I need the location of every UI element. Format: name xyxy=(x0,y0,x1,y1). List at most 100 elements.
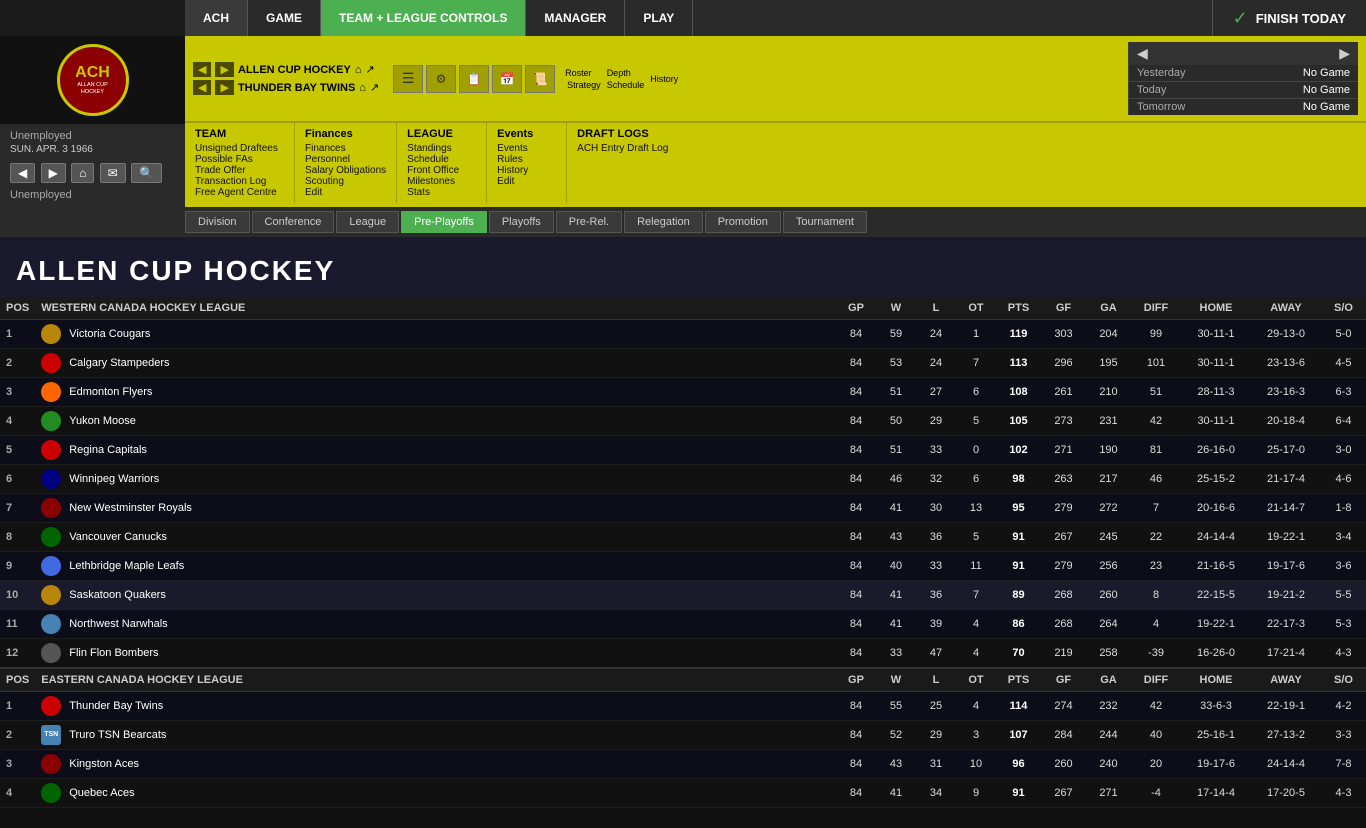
table-row[interactable]: 1 Thunder Bay Twins 84 55 25 4 114 274 2… xyxy=(0,692,1366,721)
left-nav-btn-mail[interactable]: ✉ xyxy=(100,163,126,183)
schedule-prev-btn[interactable]: ◀ xyxy=(1137,45,1148,62)
col-ga-e: GA xyxy=(1086,668,1131,692)
tab-pre-playoffs[interactable]: Pre-Playoffs xyxy=(401,211,487,233)
row-gf: 268 xyxy=(1041,610,1086,639)
row-pts: 108 xyxy=(996,378,1041,407)
tab-division[interactable]: Division xyxy=(185,211,250,233)
quick-history-btn[interactable]: 📜 xyxy=(525,65,555,93)
row-l: 29 xyxy=(916,721,956,750)
tab-promotion[interactable]: Promotion xyxy=(705,211,781,233)
row-pos: 6 xyxy=(0,465,35,494)
checkmark-icon: ✓ xyxy=(1233,8,1248,29)
row-ot: 4 xyxy=(956,610,996,639)
team-unsigned[interactable]: Unsigned Draftees xyxy=(195,143,284,154)
personnel-item[interactable]: Personnel xyxy=(305,154,386,165)
row-gp: 84 xyxy=(836,407,876,436)
table-row[interactable]: 8 Vancouver Canucks 84 43 36 5 91 267 24… xyxy=(0,523,1366,552)
nav-team-league[interactable]: TEAM + LEAGUE CONTROLS xyxy=(321,0,526,36)
table-row[interactable]: 9 Lethbridge Maple Leafs 84 40 33 11 91 … xyxy=(0,552,1366,581)
table-row[interactable]: 2 TSNTruro TSN Bearcats 84 52 29 3 107 2… xyxy=(0,721,1366,750)
table-row[interactable]: 12 Flin Flon Bombers 84 33 47 4 70 219 2… xyxy=(0,639,1366,669)
quick-roster-btn[interactable]: ☰ xyxy=(393,65,423,93)
tab-playoffs[interactable]: Playoffs xyxy=(489,211,554,233)
table-row[interactable]: 4 Quebec Aces 84 41 34 9 91 267 271 -4 1… xyxy=(0,779,1366,808)
row-diff: 46 xyxy=(1131,465,1181,494)
col-home-w: HOME xyxy=(1181,297,1251,320)
table-row[interactable]: 1 Victoria Cougars 84 59 24 1 119 303 20… xyxy=(0,320,1366,349)
home-icon-2: ⌂ xyxy=(359,82,366,94)
row-gp: 84 xyxy=(836,581,876,610)
schedule-next-btn[interactable]: ▶ xyxy=(1339,45,1350,62)
row-pos: 3 xyxy=(0,378,35,407)
finish-today-btn[interactable]: ✓ FINISH TODAY xyxy=(1212,0,1366,36)
row-gp: 84 xyxy=(836,494,876,523)
row-home: 17-14-4 xyxy=(1181,779,1251,808)
table-row[interactable]: 2 Calgary Stampeders 84 53 24 7 113 296 … xyxy=(0,349,1366,378)
table-row[interactable]: 3 Edmonton Flyers 84 51 27 6 108 261 210… xyxy=(0,378,1366,407)
ach-entry-draft-log[interactable]: ACH Entry Draft Log xyxy=(577,143,697,154)
standings-item[interactable]: Standings xyxy=(407,143,476,154)
quick-depth-btn[interactable]: 📋 xyxy=(459,65,489,93)
stats-item[interactable]: Stats xyxy=(407,187,476,198)
row-l: 36 xyxy=(916,581,956,610)
table-row[interactable]: 4 Yukon Moose 84 50 29 5 105 273 231 42 … xyxy=(0,407,1366,436)
left-nav-btn-home[interactable]: ⌂ xyxy=(71,163,94,183)
row-l: 27 xyxy=(916,378,956,407)
row-away: 19-21-2 xyxy=(1251,581,1321,610)
row-w: 40 xyxy=(876,552,916,581)
row-ot: 4 xyxy=(956,692,996,721)
tab-tournament[interactable]: Tournament xyxy=(783,211,867,233)
nav-ach[interactable]: ACH xyxy=(185,0,248,36)
rules-item[interactable]: Rules xyxy=(497,154,556,165)
events-item[interactable]: Events xyxy=(497,143,556,154)
team-possible-fas[interactable]: Possible FAs xyxy=(195,154,284,165)
row-away: 19-22-1 xyxy=(1251,523,1321,552)
front-office-item[interactable]: Front Office xyxy=(407,165,476,176)
table-row[interactable]: 10 Saskatoon Quakers 84 41 36 7 89 268 2… xyxy=(0,581,1366,610)
row-away: 23-16-3 xyxy=(1251,378,1321,407)
nav-arrow-left-2[interactable]: ◀ xyxy=(193,80,211,95)
roster-label: Roster xyxy=(565,68,601,78)
table-row[interactable]: 5 Regina Capitals 84 51 33 0 102 271 190… xyxy=(0,436,1366,465)
team-transaction-log[interactable]: Transaction Log xyxy=(195,176,284,187)
table-row[interactable]: 11 Northwest Narwhals 84 41 39 4 86 268 … xyxy=(0,610,1366,639)
tab-pre-rel[interactable]: Pre-Rel. xyxy=(556,211,622,233)
row-w: 46 xyxy=(876,465,916,494)
row-diff: 20 xyxy=(1131,750,1181,779)
events-edit-item[interactable]: Edit xyxy=(497,176,556,187)
row-pos: 8 xyxy=(0,523,35,552)
quick-schedule-btn[interactable]: 📅 xyxy=(492,65,522,93)
tab-league[interactable]: League xyxy=(336,211,399,233)
nav-manager[interactable]: MANAGER xyxy=(526,0,625,36)
row-diff: 42 xyxy=(1131,692,1181,721)
row-team: Flin Flon Bombers xyxy=(35,639,836,669)
team-free-agent-centre[interactable]: Free Agent Centre xyxy=(195,187,284,198)
nav-arrow-right-1[interactable]: ▶ xyxy=(215,62,233,77)
table-row[interactable]: 3 Kingston Aces 84 43 31 10 96 260 240 2… xyxy=(0,750,1366,779)
nav-arrow-left-1[interactable]: ◀ xyxy=(193,62,211,77)
scouting-item[interactable]: Scouting xyxy=(305,176,386,187)
nav-play[interactable]: PLAY xyxy=(625,0,693,36)
left-nav-btn-search[interactable]: 🔍 xyxy=(131,163,162,183)
finances-edit-item[interactable]: Edit xyxy=(305,187,386,198)
history-menu-item[interactable]: History xyxy=(497,165,556,176)
row-home: 26-16-0 xyxy=(1181,436,1251,465)
row-w: 41 xyxy=(876,581,916,610)
tab-relegation[interactable]: Relegation xyxy=(624,211,703,233)
finances-item[interactable]: Finances xyxy=(305,143,386,154)
schedule-menu-item[interactable]: Schedule xyxy=(407,154,476,165)
row-gp: 84 xyxy=(836,610,876,639)
salary-obligations-item[interactable]: Salary Obligations xyxy=(305,165,386,176)
milestones-item[interactable]: Milestones xyxy=(407,176,476,187)
tab-conference[interactable]: Conference xyxy=(252,211,335,233)
quick-strategy-btn[interactable]: ⚙ xyxy=(426,65,456,93)
table-row[interactable]: 6 Winnipeg Warriors 84 46 32 6 98 263 21… xyxy=(0,465,1366,494)
table-row[interactable]: 7 New Westminster Royals 84 41 30 13 95 … xyxy=(0,494,1366,523)
nav-game[interactable]: GAME xyxy=(248,0,321,36)
row-gp: 84 xyxy=(836,378,876,407)
ach-logo: ACH ALLAN CUPHOCKEY xyxy=(57,44,129,116)
left-nav-btn-back[interactable]: ◀ xyxy=(10,163,35,183)
left-nav-btn-forward[interactable]: ▶ xyxy=(41,163,66,183)
nav-arrow-right-2[interactable]: ▶ xyxy=(215,80,233,95)
team-trade-offer[interactable]: Trade Offer xyxy=(195,165,284,176)
